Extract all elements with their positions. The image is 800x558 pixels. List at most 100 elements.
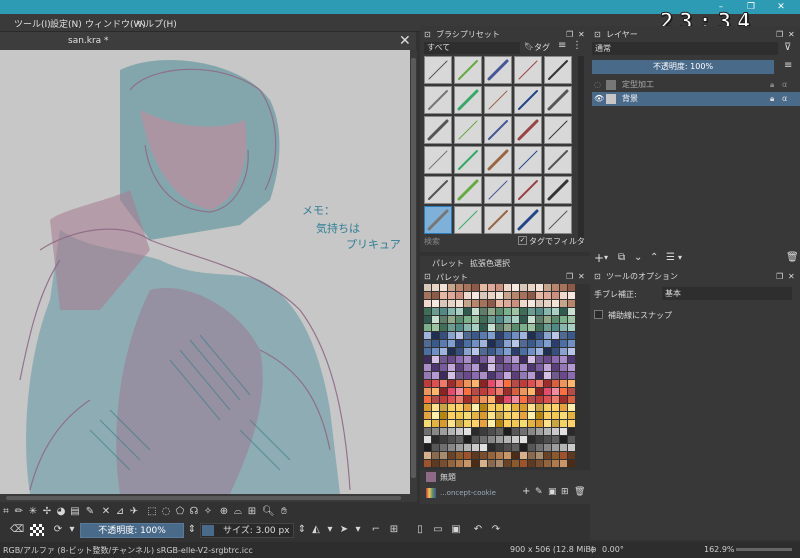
tab-advanced-color[interactable]: 拡張色選択 (470, 258, 510, 269)
palette-swatch[interactable] (552, 436, 559, 443)
mirror-horizontal-icon[interactable]: ◭ (310, 524, 322, 536)
palette-swatch[interactable] (512, 364, 519, 371)
palette-swatch[interactable] (448, 316, 455, 323)
palette-swatch[interactable] (568, 372, 575, 379)
palette-swatch[interactable] (496, 412, 503, 419)
palette-swatch[interactable] (464, 348, 471, 355)
reload-preset-icon[interactable]: ⟳ (52, 524, 64, 536)
palette-swatch[interactable] (536, 340, 543, 347)
palette-swatch[interactable] (512, 356, 519, 363)
palette-swatch[interactable] (528, 348, 535, 355)
palette-swatch[interactable] (568, 404, 575, 411)
palette-swatch[interactable] (544, 412, 551, 419)
brush-preset[interactable] (514, 176, 542, 204)
palette-swatch[interactable] (544, 284, 551, 291)
palette-swatch[interactable] (448, 300, 455, 307)
brush-preset[interactable] (424, 146, 452, 174)
palette-swatch[interactable] (480, 316, 487, 323)
palette-swatch[interactable] (560, 332, 567, 339)
palette-swatch[interactable] (480, 356, 487, 363)
palette-swatch[interactable] (464, 404, 471, 411)
palette-swatch[interactable] (504, 436, 511, 443)
palette-swatch[interactable] (440, 372, 447, 379)
snap-checkbox[interactable] (594, 310, 603, 319)
brush-preset[interactable] (484, 116, 512, 144)
palette-swatch[interactable] (528, 404, 535, 411)
palette-swatch[interactable] (544, 356, 551, 363)
drawing-canvas[interactable]: メモ： 気持ちは プリキュア (0, 50, 410, 494)
palette-swatch[interactable] (520, 308, 527, 315)
palette-grid-icon[interactable]: ⊞ (561, 487, 569, 497)
palette-swatch[interactable] (464, 444, 471, 451)
palette-swatch[interactable] (520, 404, 527, 411)
brush-preset[interactable] (544, 146, 572, 174)
palette-swatch[interactable] (512, 324, 519, 331)
palette-swatch[interactable] (512, 348, 519, 355)
wrap-mode-icon[interactable]: ⊞ (388, 524, 400, 536)
palette-swatch[interactable] (424, 396, 431, 403)
palette-swatch[interactable] (520, 332, 527, 339)
palette-swatch[interactable] (560, 436, 567, 443)
palette-swatch[interactable] (528, 332, 535, 339)
move-layer-down-icon[interactable]: ⌄ (634, 252, 642, 263)
palette-swatch[interactable] (456, 444, 463, 451)
palette-swatch[interactable] (528, 420, 535, 427)
layer-alpha-icon[interactable]: α (782, 92, 787, 106)
layer-visibility-icon[interactable]: 👁︎ (594, 92, 604, 106)
brush-preset[interactable] (514, 206, 542, 234)
palette-swatch[interactable] (568, 316, 575, 323)
palette-swatch[interactable] (456, 412, 463, 419)
palette-swatch[interactable] (472, 324, 479, 331)
palette-swatch[interactable] (424, 308, 431, 315)
palette-swatch[interactable] (448, 332, 455, 339)
palette-swatch[interactable] (504, 308, 511, 315)
palette-swatch[interactable] (472, 316, 479, 323)
open-document-icon[interactable]: ▭ (432, 524, 444, 536)
palette-swatch[interactable] (440, 428, 447, 435)
palette-swatch[interactable] (496, 380, 503, 387)
palette-swatch[interactable] (512, 292, 519, 299)
palette-swatch[interactable] (448, 324, 455, 331)
palette-swatch[interactable] (520, 428, 527, 435)
palette-swatch[interactable] (456, 284, 463, 291)
palette-swatch[interactable] (552, 380, 559, 387)
palette-swatch[interactable] (424, 292, 431, 299)
palette-swatch[interactable] (496, 460, 503, 467)
palette-swatch[interactable] (448, 356, 455, 363)
palette-swatch[interactable] (520, 420, 527, 427)
palette-swatch[interactable] (568, 324, 575, 331)
brush-preset[interactable] (544, 116, 572, 144)
save-palette-icon[interactable]: ▣ (548, 487, 557, 497)
rect-select-icon[interactable]: ⬚ (146, 506, 158, 518)
palette-swatch[interactable] (552, 340, 559, 347)
palette-swatch[interactable] (440, 332, 447, 339)
move-layer-up-icon[interactable]: ⌃ (650, 252, 658, 263)
palette-swatch[interactable] (456, 420, 463, 427)
brush-preset[interactable] (514, 56, 542, 84)
palette-swatch[interactable] (544, 380, 551, 387)
palette-swatch[interactable] (504, 356, 511, 363)
palette-swatch[interactable] (440, 444, 447, 451)
eraser-icon[interactable]: ⌫ (10, 524, 24, 536)
palette-swatch[interactable] (552, 452, 559, 459)
palette-swatch[interactable] (432, 356, 439, 363)
palette-swatch[interactable] (472, 356, 479, 363)
palette-swatch[interactable] (480, 372, 487, 379)
list-view-icon[interactable]: ≡ (558, 40, 566, 51)
palette-swatch[interactable] (456, 452, 463, 459)
palette-swatch[interactable] (504, 316, 511, 323)
palette-swatch[interactable] (472, 436, 479, 443)
palette-swatch[interactable] (448, 436, 455, 443)
palette-swatch[interactable] (536, 396, 543, 403)
palette-swatch[interactable] (552, 356, 559, 363)
palette-swatch[interactable] (424, 420, 431, 427)
palette-swatch[interactable] (520, 348, 527, 355)
palette-swatch[interactable] (520, 340, 527, 347)
palette-swatch[interactable] (432, 404, 439, 411)
palette-swatch[interactable] (544, 300, 551, 307)
palette-swatch[interactable] (544, 452, 551, 459)
palette-swatch[interactable] (520, 460, 527, 467)
palette-swatch[interactable] (480, 380, 487, 387)
palette-swatch[interactable] (544, 404, 551, 411)
palette-swatch[interactable] (456, 388, 463, 395)
